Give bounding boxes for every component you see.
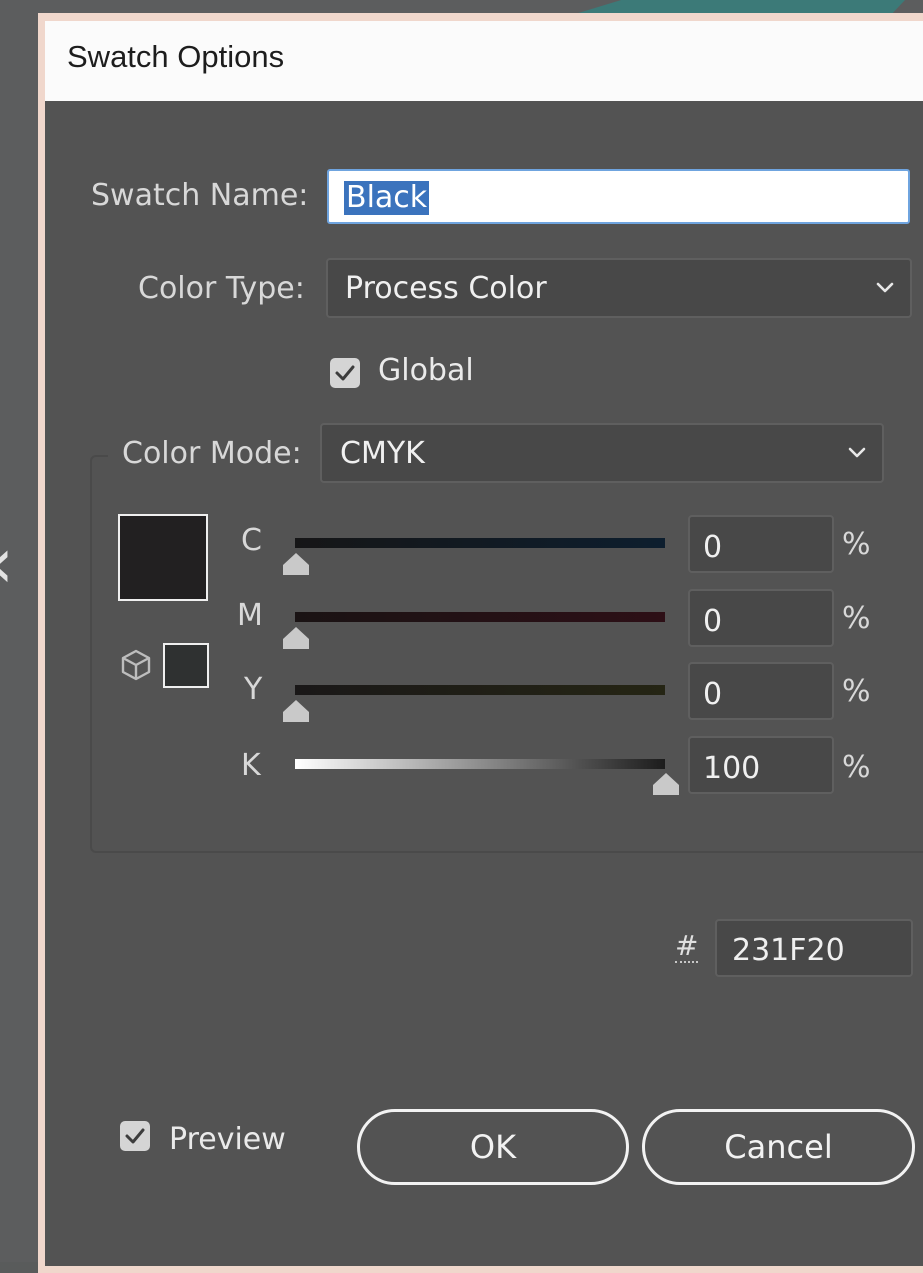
slider-c-input[interactable]: 0 — [688, 515, 834, 573]
slider-y-track[interactable] — [295, 685, 665, 695]
slider-thumb-icon[interactable] — [281, 625, 311, 651]
hex-input[interactable]: 231F20 — [715, 919, 913, 977]
global-label: Global — [378, 353, 474, 388]
cube-icon — [121, 649, 151, 681]
global-checkbox[interactable] — [330, 358, 360, 388]
color-type-value: Process Color — [345, 271, 547, 306]
slider-m-value: 0 — [703, 604, 723, 639]
slider-c-label: C — [241, 523, 262, 558]
dialog-title: Swatch Options — [67, 39, 285, 74]
preview-checkbox[interactable] — [120, 1121, 150, 1151]
slider-y-value: 0 — [703, 677, 723, 712]
slider-thumb-icon[interactable] — [281, 551, 311, 577]
color-type-dropdown[interactable]: Process Color — [326, 258, 912, 318]
background-decoration — [575, 0, 905, 14]
preview-label: Preview — [169, 1122, 286, 1157]
slider-c-unit: % — [842, 527, 871, 562]
color-mode-dropdown[interactable]: CMYK — [320, 423, 884, 483]
swatch-options-dialog: Swatch Options Swatch Name: Black Color … — [45, 21, 923, 1266]
slider-k-label: K — [241, 748, 261, 783]
swatch-name-value: Black — [344, 180, 430, 215]
swatch-name-label: Swatch Name: — [91, 178, 309, 213]
slider-m-track[interactable] — [295, 612, 665, 622]
color-mode-label: Color Mode: — [122, 436, 302, 471]
slider-k-input[interactable]: 100 — [688, 736, 834, 794]
color-preview-swatch — [118, 514, 208, 601]
slider-m-input[interactable]: 0 — [688, 589, 834, 647]
slider-m-unit: % — [842, 601, 871, 636]
hex-value: 231F20 — [732, 933, 845, 968]
chevron-down-icon — [848, 447, 866, 458]
slider-c-track[interactable] — [295, 538, 665, 548]
swatch-name-input[interactable]: Black — [327, 169, 910, 224]
slider-k-unit: % — [842, 750, 871, 785]
checkmark-icon — [125, 1128, 145, 1144]
slider-y-label: Y — [244, 672, 263, 707]
slider-thumb-icon[interactable] — [651, 771, 681, 797]
slider-y-input[interactable]: 0 — [688, 662, 834, 720]
color-type-label: Color Type: — [138, 271, 305, 306]
out-of-gamut-swatch[interactable] — [163, 643, 209, 688]
dialog-titlebar: Swatch Options — [45, 21, 923, 101]
slider-thumb-icon[interactable] — [281, 698, 311, 724]
slider-m-label: M — [237, 598, 263, 633]
ok-button[interactable]: OK — [357, 1109, 629, 1185]
chevron-down-icon — [876, 282, 894, 293]
cancel-button[interactable]: Cancel — [642, 1109, 915, 1185]
slider-k-value: 100 — [703, 751, 761, 786]
color-mode-value: CMYK — [340, 436, 425, 471]
slider-k-track[interactable] — [295, 759, 665, 769]
slider-y-unit: % — [842, 674, 871, 709]
slider-c-value: 0 — [703, 530, 723, 565]
hex-label: # — [675, 929, 699, 963]
chevron-left-icon: ‹ — [0, 528, 14, 598]
checkmark-icon — [335, 365, 355, 381]
